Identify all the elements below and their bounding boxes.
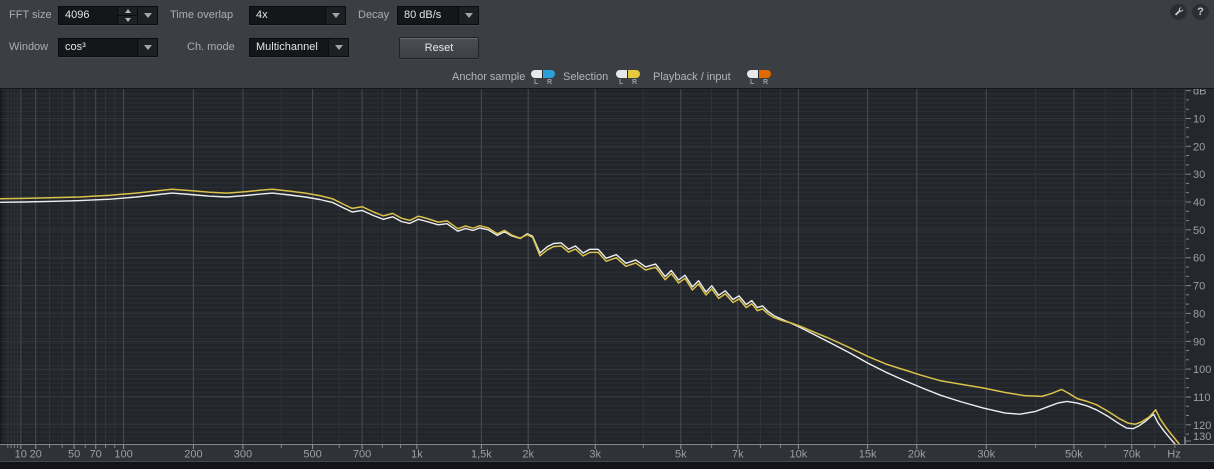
time-overlap-dropdown-button[interactable]: [325, 7, 345, 24]
playback-input-chip[interactable]: LR: [747, 70, 771, 86]
svg-text:200: 200: [184, 449, 202, 461]
spectrum-analyzer-window: FFT size 4096 Time overlap 4x Decay 80 d…: [0, 0, 1214, 469]
svg-text:70: 70: [90, 449, 102, 461]
spectrum-plot[interactable]: [0, 88, 1186, 445]
chevron-down-icon: [334, 45, 343, 50]
fft-size-value: 4096: [65, 9, 90, 21]
selection-chip[interactable]: LR: [616, 70, 640, 86]
window-combo[interactable]: cos³: [58, 38, 158, 57]
svg-text:50: 50: [68, 449, 80, 461]
svg-text:120: 120: [1193, 420, 1211, 432]
window-value: cos³: [65, 41, 86, 53]
selection-left-channel-swatch: [616, 70, 628, 78]
svg-text:80: 80: [1193, 308, 1205, 320]
question-mark-icon: ?: [1197, 5, 1204, 18]
svg-text:7k: 7k: [732, 449, 744, 461]
spectrum-curves: [0, 89, 1186, 445]
svg-text:110: 110: [1193, 392, 1211, 404]
time-overlap-label: Time overlap: [170, 9, 234, 21]
svg-text:90: 90: [1193, 336, 1205, 348]
svg-text:Hz: Hz: [1167, 449, 1180, 461]
channel-r-label: R: [546, 79, 552, 86]
chevron-down-icon: [464, 13, 473, 18]
legend-anchor-sample-label: Anchor sample: [452, 71, 526, 83]
ch-mode-dropdown-button[interactable]: [328, 39, 348, 56]
svg-text:50k: 50k: [1065, 449, 1083, 461]
svg-text:70k: 70k: [1123, 449, 1141, 461]
channel-r-label: R: [762, 79, 768, 86]
fft-size-label: FFT size: [9, 9, 52, 21]
ch-mode-label: Ch. mode: [187, 41, 235, 53]
svg-text:700: 700: [353, 449, 371, 461]
svg-text:20: 20: [30, 449, 42, 461]
svg-text:10: 10: [15, 449, 27, 461]
svg-text:2k: 2k: [522, 449, 534, 461]
anchor-sample-chip[interactable]: LR: [531, 70, 555, 86]
legend-playback-input-label: Playback / input: [653, 71, 731, 83]
svg-text:1,5k: 1,5k: [471, 449, 492, 461]
help-button[interactable]: ?: [1192, 3, 1209, 20]
reset-button[interactable]: Reset: [399, 37, 479, 59]
svg-text:100: 100: [114, 449, 132, 461]
wrench-icon: [1174, 7, 1184, 16]
window-dropdown-button[interactable]: [137, 39, 157, 56]
svg-text:3k: 3k: [589, 449, 601, 461]
playback-left-channel-swatch: [747, 70, 759, 78]
svg-text:130: 130: [1193, 431, 1211, 443]
fft-size-dropdown-button[interactable]: [137, 7, 157, 24]
chevron-down-icon: [331, 13, 340, 18]
channel-l-label: L: [750, 79, 755, 86]
svg-text:500: 500: [303, 449, 321, 461]
svg-text:5k: 5k: [675, 449, 687, 461]
channel-r-label: R: [631, 79, 637, 86]
time-overlap-combo[interactable]: 4x: [249, 6, 346, 25]
svg-text:20k: 20k: [908, 449, 926, 461]
svg-text:100: 100: [1193, 364, 1211, 376]
fft-size-spinner: [117, 7, 137, 24]
svg-text:20: 20: [1193, 141, 1205, 153]
svg-text:dB: dB: [1193, 89, 1206, 98]
window-label: Window: [9, 41, 49, 53]
legend-selection-label: Selection: [563, 71, 609, 83]
playback-right-channel-swatch: [759, 70, 771, 78]
svg-text:10k: 10k: [790, 449, 808, 461]
selection-right-channel-swatch: [628, 70, 640, 78]
decay-dropdown-button[interactable]: [458, 7, 478, 24]
svg-text:10: 10: [1193, 114, 1205, 126]
anchor-right-channel-swatch: [543, 70, 555, 78]
chevron-down-icon: [143, 13, 152, 18]
svg-text:60: 60: [1193, 253, 1205, 265]
svg-text:300: 300: [234, 449, 252, 461]
channel-l-label: L: [619, 79, 624, 86]
svg-text:30k: 30k: [977, 449, 995, 461]
db-axis: dB 10 20 30 40 50 60 70 80 90 100 110 120 130: [1186, 86, 1214, 444]
svg-text:50: 50: [1193, 225, 1205, 237]
decay-label: Decay: [358, 9, 390, 21]
ch-mode-combo[interactable]: Multichannel: [249, 38, 349, 57]
time-overlap-value: 4x: [256, 9, 268, 21]
frequency-axis: 10 20 50 70 100 200 300 500 700 1k 1,5k 2k 3k 5k 7k 10k…: [0, 444, 1214, 461]
svg-text:30: 30: [1193, 169, 1205, 181]
spin-up-icon: [124, 9, 131, 13]
frequency-axis-ticks: 10 20 50 70 100 200 300 500 700 1k 1,5k 2k 3k 5k 7k 10k…: [0, 444, 1214, 461]
svg-text:1k: 1k: [411, 449, 423, 461]
decay-combo[interactable]: 80 dB/s: [397, 6, 479, 25]
settings-button[interactable]: [1170, 3, 1187, 20]
fft-size-combo[interactable]: 4096: [58, 6, 158, 25]
bottom-edge-bar: [0, 461, 1214, 469]
decay-value: 80 dB/s: [404, 9, 442, 21]
spin-down-icon: [124, 18, 131, 22]
chevron-down-icon: [143, 45, 152, 50]
channel-l-label: L: [534, 79, 539, 86]
svg-text:15k: 15k: [859, 449, 877, 461]
fft-size-spin-up[interactable]: [118, 7, 137, 16]
anchor-left-channel-swatch: [531, 70, 543, 78]
db-axis-ticks: dB 10 20 30 40 50 60 70 80 90 100 110 120130: [1186, 86, 1211, 443]
svg-text:40: 40: [1193, 197, 1205, 209]
svg-text:70: 70: [1193, 281, 1205, 293]
ch-mode-value: Multichannel: [256, 41, 318, 53]
fft-size-spin-down[interactable]: [118, 16, 137, 24]
